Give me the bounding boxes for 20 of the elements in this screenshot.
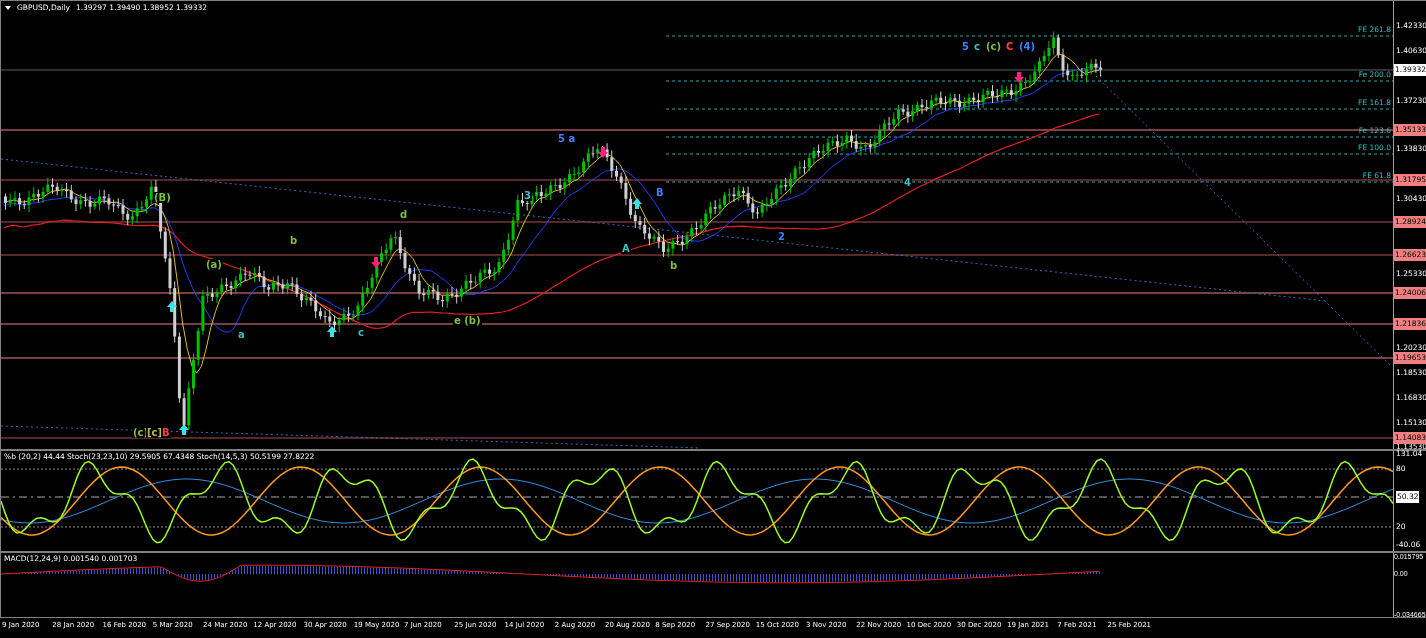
wave-label: C (1005, 41, 1015, 52)
wave-label: A (621, 243, 631, 254)
wave-label: a (237, 329, 246, 340)
wave-label: B (161, 427, 171, 438)
wave-label: b (669, 260, 679, 271)
wave-label: b (289, 235, 299, 246)
wave-label: (c) (985, 41, 1003, 52)
wave-label: 5 a (557, 133, 577, 144)
wave-label: e (b) (453, 315, 482, 326)
wave-label: (a) (205, 259, 223, 270)
wave-label: 4 (903, 177, 912, 188)
wave-label: (B) (153, 192, 172, 203)
wave-label: 2 (777, 231, 786, 242)
wave-label: 5 (961, 41, 970, 52)
wave-label: (4) (1018, 41, 1037, 52)
wave-label: c (973, 41, 981, 52)
wave-label: B (655, 187, 665, 198)
wave-label: d (399, 209, 409, 220)
wave-label: c (357, 327, 365, 338)
wave-label: 3 (523, 190, 532, 201)
